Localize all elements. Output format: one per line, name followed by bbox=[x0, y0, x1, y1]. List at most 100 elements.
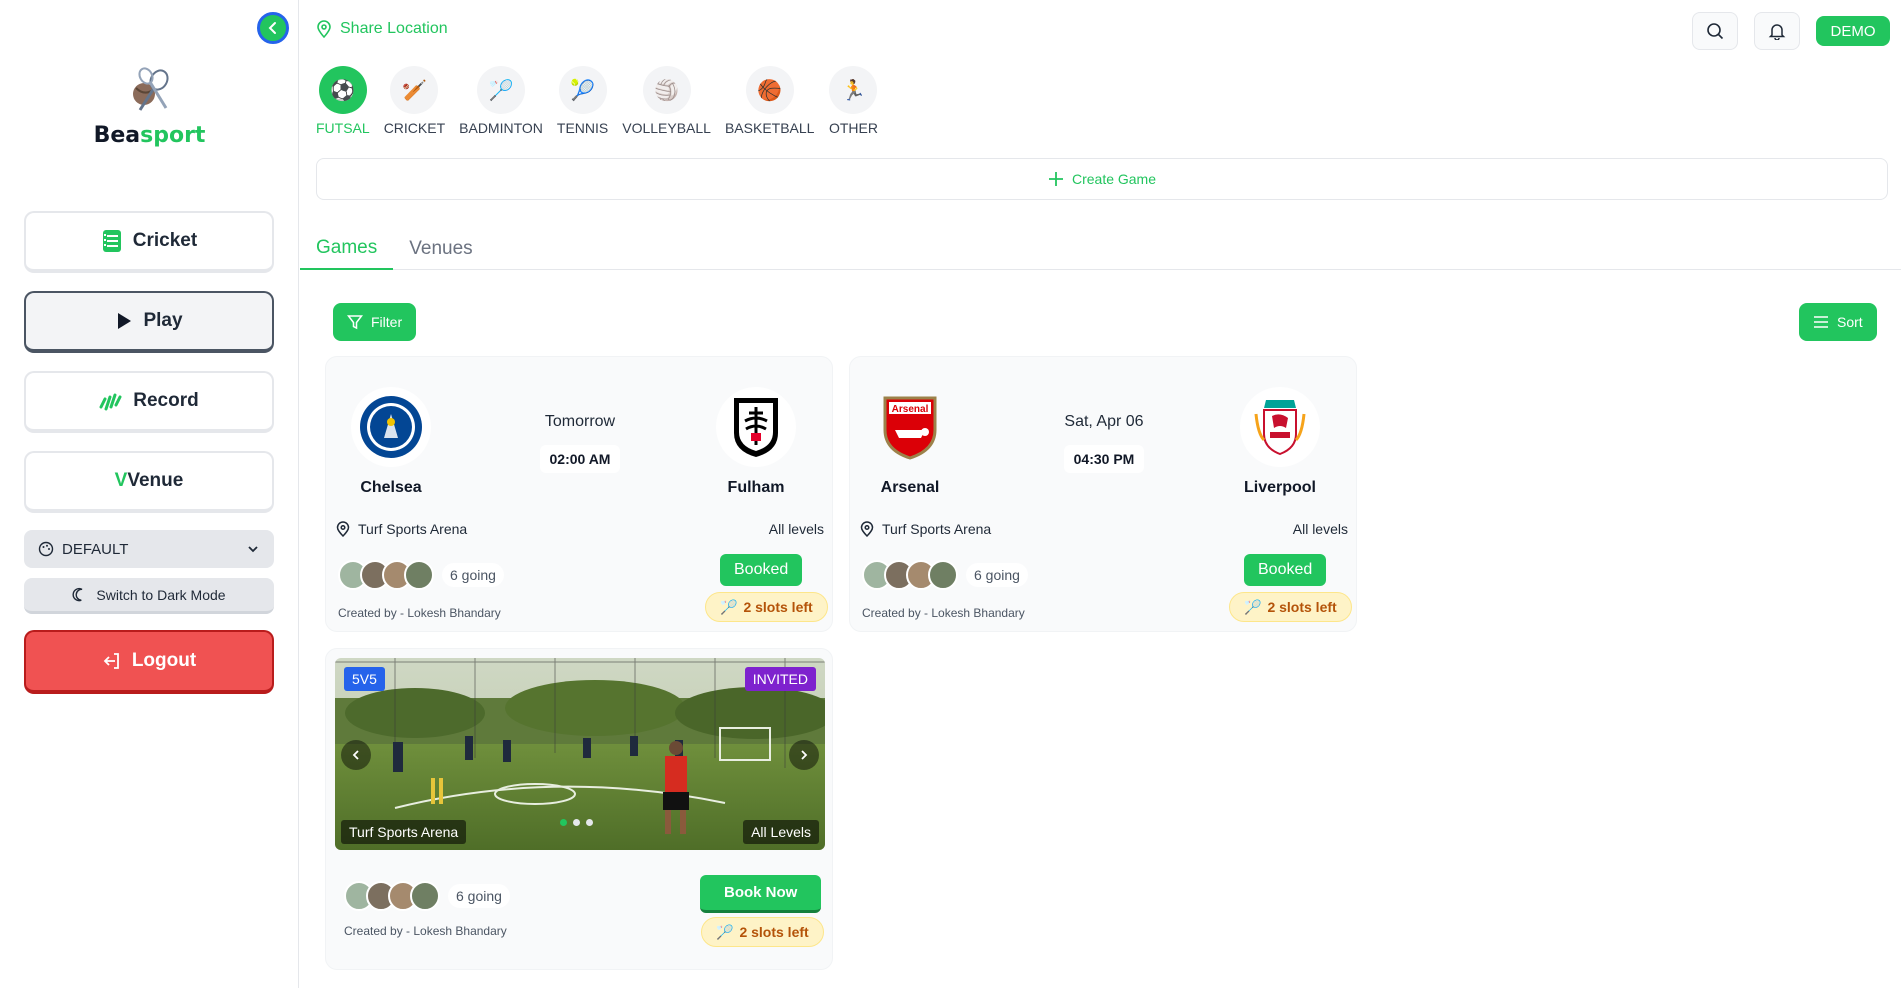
sort-button[interactable]: Sort bbox=[1799, 303, 1877, 341]
notifications-button[interactable] bbox=[1754, 12, 1800, 50]
basketball-icon: 🏀 bbox=[745, 66, 794, 114]
sport-cricket[interactable]: 🏏 CRICKET bbox=[384, 66, 445, 136]
theme-select[interactable]: DEFAULT bbox=[24, 530, 274, 568]
photo-venue-label: Turf Sports Arena bbox=[341, 820, 467, 844]
cricket-icon: 🏏 bbox=[390, 66, 439, 114]
game-card[interactable]: Arsenal Arsenal Sat, Apr 06 04:30 PM Liv… bbox=[849, 356, 1357, 632]
sport-badminton[interactable]: 🏸 BADMINTON bbox=[459, 66, 543, 136]
sport-futsal[interactable]: ⚽ FUTSAL bbox=[316, 66, 370, 136]
sidebar-item-label: Play bbox=[143, 310, 183, 331]
going-count: 6 going bbox=[448, 884, 510, 908]
booked-badge[interactable]: Booked bbox=[720, 554, 803, 586]
sport-label: FUTSAL bbox=[316, 120, 370, 136]
location-pin-icon bbox=[317, 20, 331, 38]
sport-label: CRICKET bbox=[383, 120, 446, 136]
match-clock: 02:00 AM bbox=[539, 445, 621, 473]
booked-badge[interactable]: Booked bbox=[1244, 554, 1327, 586]
shuttle-icon: 🏸 bbox=[1244, 598, 1262, 615]
bell-icon bbox=[1768, 24, 1786, 40]
book-now-button[interactable]: Book Now bbox=[700, 875, 822, 913]
location-pin-icon bbox=[860, 521, 874, 537]
collapse-sidebar-button[interactable] bbox=[257, 12, 289, 44]
attendee-avatars: 6 going bbox=[344, 881, 510, 911]
sport-label: BADMINTON bbox=[459, 120, 543, 136]
filter-button[interactable]: Filter bbox=[333, 303, 417, 341]
search-button[interactable] bbox=[1692, 12, 1738, 50]
content-tabs: Games Venues bbox=[300, 228, 1901, 270]
slots-left-text: 2 slots left bbox=[739, 924, 809, 940]
tab-games[interactable]: Games bbox=[300, 228, 394, 270]
created-by: Created by - Lokesh Bhandary bbox=[338, 606, 501, 620]
filter-icon bbox=[347, 315, 363, 330]
filter-label: Filter bbox=[371, 314, 403, 330]
going-count: 6 going bbox=[442, 563, 504, 587]
venue-icon: V bbox=[114, 470, 128, 491]
sidebar-item-record[interactable]: Record bbox=[24, 371, 274, 433]
match-date: Sat, Apr 06 bbox=[1064, 413, 1144, 430]
sidebar-item-label: Record bbox=[133, 390, 199, 411]
format-tag: 5V5 bbox=[344, 667, 385, 691]
plus-icon bbox=[1048, 172, 1063, 186]
created-by: Created by - Lokesh Bhandary bbox=[344, 924, 507, 938]
shuttle-icon: 🏸 bbox=[720, 598, 738, 615]
sport-label: VOLLEYBALL bbox=[622, 120, 711, 136]
sport-tennis[interactable]: 🎾 TENNIS bbox=[557, 66, 608, 136]
venue-game-card[interactable]: 5V5 INVITED Turf Sports Arena All Levels… bbox=[325, 648, 833, 970]
slots-left-badge: 🏸 2 slots left bbox=[1229, 592, 1352, 622]
slots-left-badge: 🏸 2 slots left bbox=[701, 917, 824, 947]
carousel-next-button[interactable] bbox=[789, 740, 819, 770]
tab-venues[interactable]: Venues bbox=[393, 228, 488, 270]
match-time: Sat, Apr 06 04:30 PM bbox=[1024, 413, 1184, 473]
palette-icon bbox=[38, 541, 54, 557]
going-count: 6 going bbox=[966, 563, 1028, 587]
sort-lines-icon bbox=[1814, 316, 1828, 328]
chevron-down-icon bbox=[248, 546, 258, 553]
shuttle-icon: 🏸 bbox=[716, 923, 734, 940]
avatar bbox=[410, 881, 440, 911]
create-game-button[interactable]: Create Game bbox=[316, 158, 1888, 200]
share-location-link[interactable]: Share Location bbox=[316, 20, 448, 38]
dark-mode-label: Switch to Dark Mode bbox=[96, 586, 226, 603]
logout-button[interactable]: Logout bbox=[24, 630, 274, 694]
carousel-dot[interactable] bbox=[586, 819, 593, 826]
away-team-name: Fulham bbox=[727, 479, 785, 496]
invited-tag: INVITED bbox=[744, 667, 816, 691]
sidebar-item-play[interactable]: Play bbox=[24, 291, 274, 353]
brand-logo[interactable]: Beasport bbox=[0, 66, 299, 148]
carousel-prev-button[interactable] bbox=[341, 740, 371, 770]
venue-photo-carousel[interactable]: 5V5 INVITED Turf Sports Arena All Levels bbox=[335, 658, 825, 850]
demo-badge[interactable]: DEMO bbox=[1816, 16, 1890, 46]
volleyball-icon: 🏐 bbox=[642, 66, 691, 114]
sport-other[interactable]: 🏃 OTHER bbox=[828, 66, 878, 136]
sport-label: BASKETBALL bbox=[724, 120, 815, 136]
home-team-name: Chelsea bbox=[360, 479, 422, 496]
sidebar-item-cricket[interactable]: Cricket bbox=[24, 211, 274, 273]
carousel-dot[interactable] bbox=[560, 819, 567, 826]
slots-left-text: 2 slots left bbox=[743, 599, 813, 615]
carousel-dot[interactable] bbox=[573, 819, 580, 826]
chevron-left-icon bbox=[268, 22, 276, 34]
futsal-icon: ⚽ bbox=[318, 66, 367, 114]
sports-logo-icon bbox=[132, 67, 169, 111]
runner-icon: 🏃 bbox=[829, 66, 878, 114]
sport-volleyball[interactable]: 🏐 VOLLEYBALL bbox=[622, 66, 711, 136]
game-card[interactable]: Chelsea Tomorrow 02:00 AM Fulham Turf Sp… bbox=[325, 356, 833, 632]
location-pin-icon bbox=[336, 521, 350, 537]
slots-left-badge: 🏸 2 slots left bbox=[705, 592, 828, 622]
dark-mode-toggle[interactable]: Switch to Dark Mode bbox=[24, 578, 274, 614]
record-icon bbox=[99, 393, 122, 411]
away-team-name: Liverpool bbox=[1243, 479, 1316, 496]
brand-name: Beasport bbox=[93, 123, 206, 148]
away-team: Fulham bbox=[696, 387, 816, 497]
sport-basketball[interactable]: 🏀 BASKETBALL bbox=[724, 66, 815, 136]
slots-left-text: 2 slots left bbox=[1267, 599, 1337, 615]
home-team: Chelsea bbox=[331, 387, 451, 497]
sidebar-item-label: Venue bbox=[127, 470, 184, 491]
photo-level-label: All Levels bbox=[743, 820, 819, 844]
skill-level: All levels bbox=[768, 521, 824, 537]
skill-level: All levels bbox=[1292, 521, 1348, 537]
svg-text:Arsenal: Arsenal bbox=[892, 404, 929, 415]
attendee-avatars: 6 going bbox=[862, 560, 1028, 590]
sidebar-item-venue[interactable]: V Venue bbox=[24, 451, 274, 513]
carousel-dots bbox=[560, 819, 593, 826]
